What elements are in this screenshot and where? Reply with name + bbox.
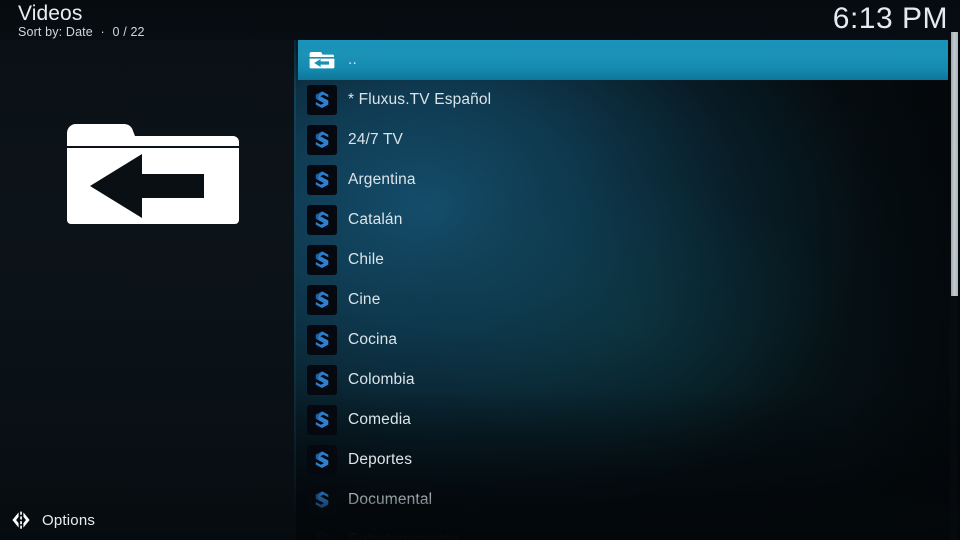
kodi-window: Videos Sort by: Date · 0 / 22 6:13 PM ..… (0, 0, 960, 540)
list-item-label: .. (348, 51, 357, 68)
list-item-label: Deportes (348, 451, 413, 468)
list-item[interactable]: Documental (298, 480, 948, 520)
list-item-label: Entretenimiento (348, 531, 459, 540)
list-item-label: Comedia (348, 411, 412, 428)
list-item[interactable]: Cine (298, 280, 948, 320)
scrollbar-thumb[interactable] (951, 32, 958, 296)
clock: 6:13 PM (832, 2, 948, 35)
addon-icon (307, 445, 337, 475)
folder-back-icon (307, 45, 337, 75)
options-button[interactable]: Options (10, 506, 95, 534)
file-list[interactable]: .. * Fluxus.TV Español 24/7 TV Argentina… (298, 40, 948, 540)
addon-icon (307, 525, 337, 540)
list-item-label: Cine (348, 291, 381, 308)
list-item-label: Colombia (348, 371, 415, 388)
options-label: Options (42, 511, 96, 529)
list-item-label: 24/7 TV (348, 131, 404, 148)
list-item[interactable]: Catalán (298, 200, 948, 240)
list-item-label: * Fluxus.TV Español (348, 91, 492, 108)
addon-icon (307, 85, 337, 115)
item-counter: 0 / 22 (112, 25, 145, 39)
list-item-label: Argentina (348, 171, 416, 188)
list-item[interactable]: Entretenimiento (298, 520, 948, 540)
addon-icon (307, 245, 337, 275)
list-item-label: Catalán (348, 211, 403, 228)
list-item-label: Cocina (348, 331, 398, 348)
left-right-chevron-icon (10, 509, 32, 531)
title-block: Videos Sort by: Date · 0 / 22 (18, 2, 145, 40)
list-item[interactable]: Deportes (298, 440, 948, 480)
list-item[interactable]: 24/7 TV (298, 120, 948, 160)
list-item-label: Chile (348, 251, 385, 268)
header-bar: Videos Sort by: Date · 0 / 22 6:13 PM (0, 0, 960, 40)
list-item-selected[interactable]: .. (298, 40, 948, 80)
sort-and-count: Sort by: Date · 0 / 22 (18, 25, 145, 40)
addon-icon (307, 165, 337, 195)
addon-icon (307, 325, 337, 355)
list-item[interactable]: * Fluxus.TV Español (298, 80, 948, 120)
list-item[interactable]: Argentina (298, 160, 948, 200)
addon-icon (307, 405, 337, 435)
addon-icon (307, 485, 337, 515)
list-item[interactable]: Comedia (298, 400, 948, 440)
sort-label[interactable]: Sort by: Date (18, 25, 93, 39)
list-item[interactable]: Cocina (298, 320, 948, 360)
addon-icon (307, 205, 337, 235)
addon-icon (307, 285, 337, 315)
separator-dot: · (100, 25, 105, 39)
list-item-label: Documental (348, 491, 433, 508)
left-info-panel (0, 0, 296, 540)
list-item[interactable]: Colombia (298, 360, 948, 400)
addon-icon (307, 125, 337, 155)
addon-icon (307, 365, 337, 395)
list-item[interactable]: Chile (298, 240, 948, 280)
panel-divider (294, 0, 296, 540)
folder-back-icon (60, 108, 242, 236)
page-title: Videos (18, 2, 83, 25)
